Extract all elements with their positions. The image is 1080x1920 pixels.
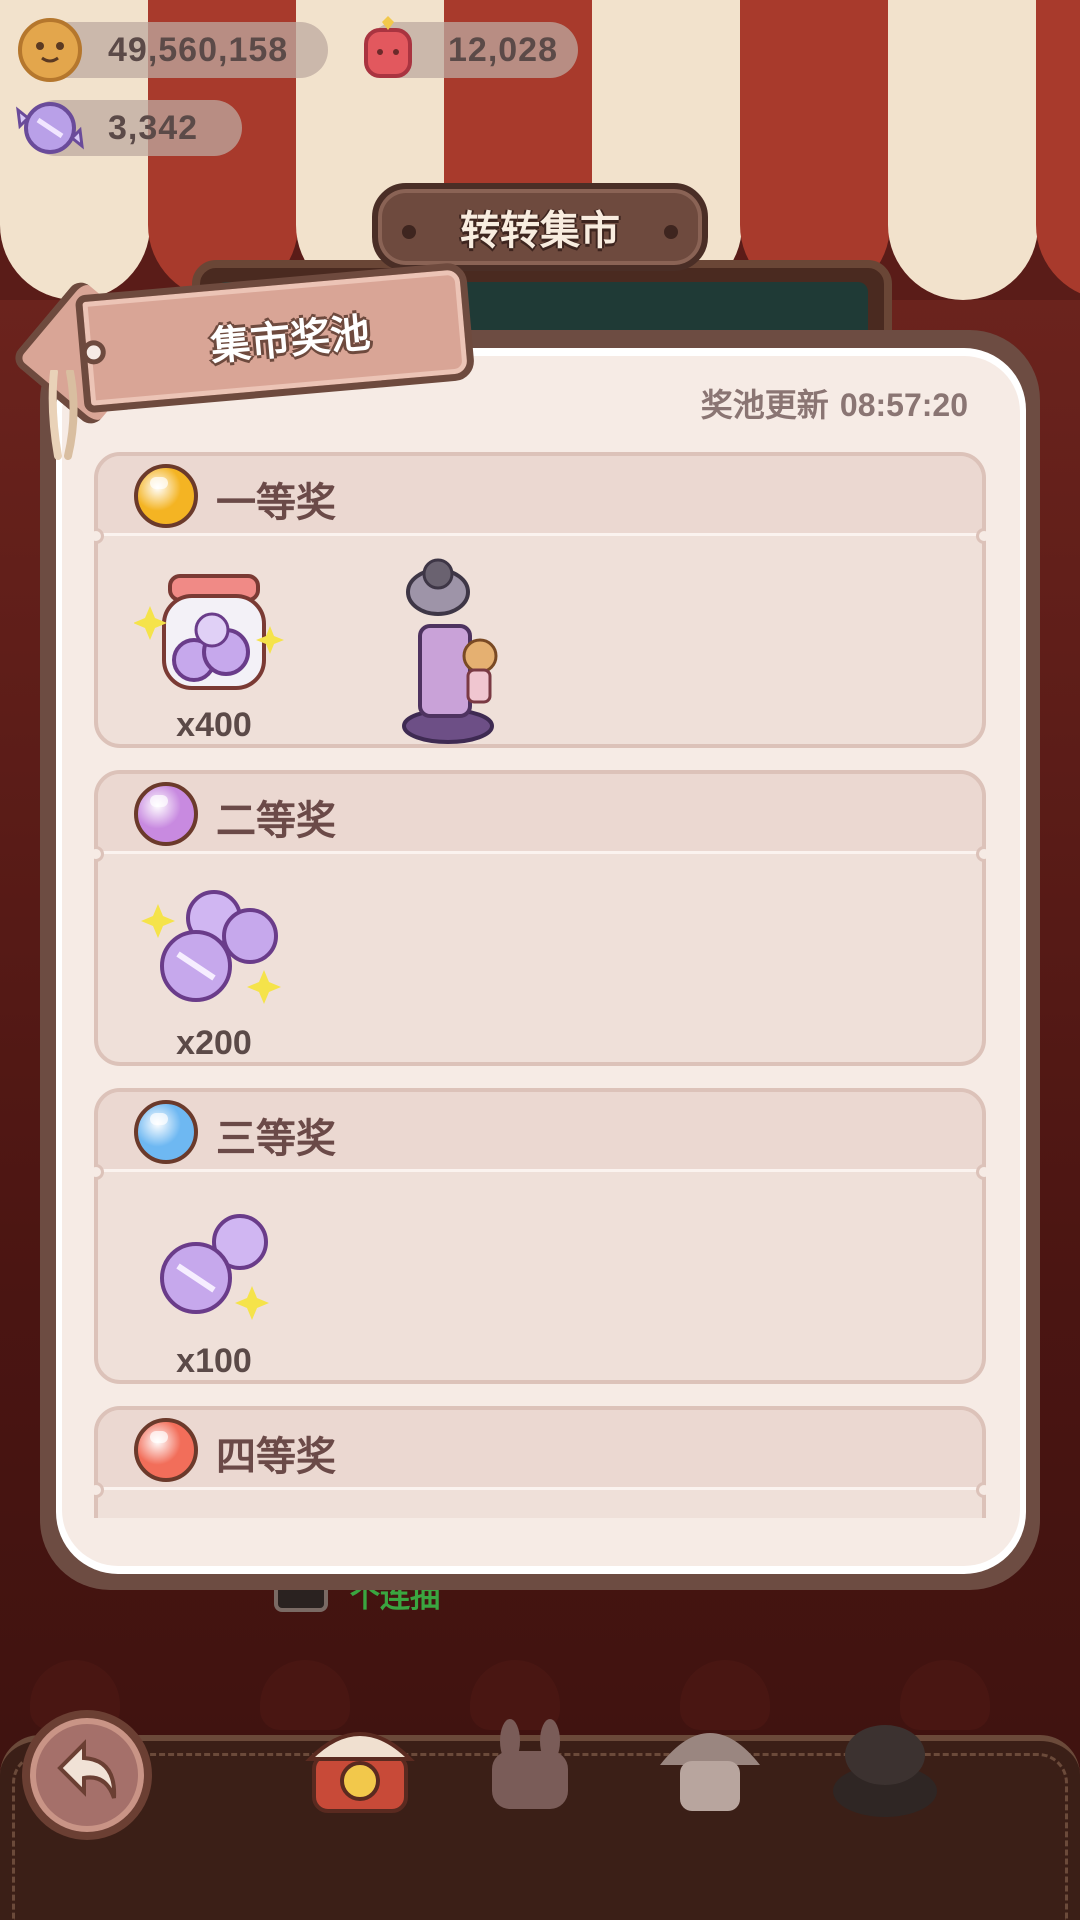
prize-tier-header: 三等奖 bbox=[98, 1092, 982, 1172]
rope-icon bbox=[48, 370, 78, 460]
red-potion-icon bbox=[364, 16, 412, 78]
prize-tier-3: 三等奖 x100 bbox=[94, 1088, 986, 1384]
mushroom-icon bbox=[660, 1733, 760, 1811]
prize-tier-2: 二等奖 x200 bbox=[94, 770, 986, 1066]
refresh-time: 08:57:20 bbox=[839, 387, 968, 423]
prize-tier-header: 一等奖 bbox=[98, 456, 982, 536]
pool-refresh-countdown: 奖池更新 08:57:20 bbox=[701, 380, 968, 426]
reward-item[interactable]: x400 bbox=[134, 556, 294, 746]
carousel-building-icon[interactable] bbox=[300, 1705, 420, 1825]
cat-tree-icon bbox=[402, 558, 498, 744]
prize-tier-header: 四等奖 bbox=[98, 1410, 982, 1490]
candy-pile-icon bbox=[141, 890, 281, 1004]
refresh-label: 奖池更新 bbox=[700, 386, 829, 424]
prize-tier-1: 一等奖 x400 bbox=[94, 452, 986, 748]
reward-item[interactable]: x200 bbox=[134, 874, 294, 1064]
purple-orb-icon bbox=[134, 782, 198, 846]
candy-icon bbox=[16, 102, 84, 154]
currency-potion[interactable]: 12,028 bbox=[364, 16, 578, 78]
cookie-icon bbox=[18, 18, 82, 82]
prize-tier-4: 四等奖 bbox=[94, 1406, 986, 1518]
reward-item[interactable]: x100 bbox=[134, 1192, 294, 1382]
cookie-amount: 49,560,158 bbox=[108, 30, 289, 69]
prize-pool-title: 集市奖池 bbox=[208, 310, 373, 371]
back-arrow-icon bbox=[57, 1739, 117, 1799]
carousel-icon bbox=[305, 1732, 415, 1813]
market-title-plaque: 转转集市 bbox=[372, 183, 708, 271]
currency-cookie[interactable]: 49,560,158 bbox=[18, 18, 328, 82]
blue-orb-icon bbox=[134, 1100, 198, 1164]
locked-building-icon[interactable] bbox=[825, 1705, 945, 1825]
reward-quantity: x100 bbox=[176, 1342, 252, 1380]
mushroom-house-icon[interactable] bbox=[650, 1705, 770, 1825]
rabbit-icon bbox=[492, 1719, 568, 1809]
reward-item[interactable] bbox=[368, 556, 528, 746]
locked-icon bbox=[833, 1725, 937, 1817]
prize-tier-name: 三等奖 bbox=[216, 1116, 336, 1162]
currency-candy[interactable]: 3,342 bbox=[16, 100, 242, 156]
candy-amount: 3,342 bbox=[108, 108, 199, 147]
prize-tier-name: 四等奖 bbox=[216, 1434, 336, 1480]
rabbit-building-icon[interactable] bbox=[470, 1705, 590, 1825]
candy-pair-icon bbox=[160, 1214, 269, 1320]
reward-quantity: x400 bbox=[176, 706, 252, 744]
candy-jar-icon bbox=[134, 574, 284, 690]
prize-tier-header: 二等奖 bbox=[98, 774, 982, 854]
prize-tier-name: 一等奖 bbox=[216, 480, 336, 526]
potion-amount: 12,028 bbox=[448, 30, 558, 69]
prize-list[interactable]: 一等奖 x400 二等奖 x200 三等奖 x100 四等奖 bbox=[94, 452, 986, 1518]
reward-quantity: x200 bbox=[176, 1024, 252, 1062]
gold-orb-icon bbox=[134, 464, 198, 528]
back-button[interactable] bbox=[22, 1710, 152, 1840]
red-orb-icon bbox=[134, 1418, 198, 1482]
market-title: 转转集市 bbox=[460, 208, 620, 254]
prize-tier-name: 二等奖 bbox=[216, 798, 336, 844]
